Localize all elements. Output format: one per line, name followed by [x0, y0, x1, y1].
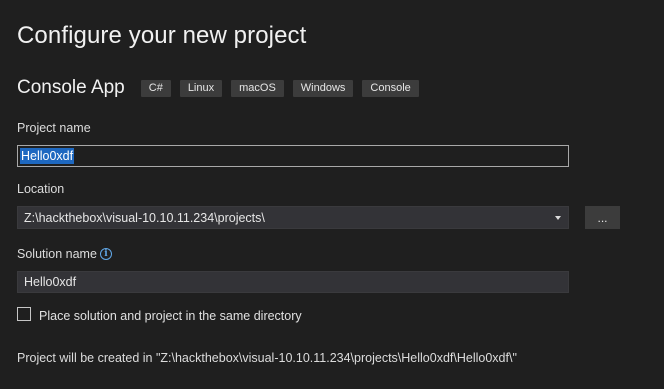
tag-macos: macOS — [231, 79, 284, 97]
tag-console: Console — [362, 79, 419, 97]
template-name: Console App — [17, 77, 125, 98]
same-directory-label[interactable]: Place solution and project in the same d… — [39, 309, 302, 323]
same-directory-checkbox[interactable] — [17, 307, 31, 321]
project-path-note: Project will be created in "Z:\hackthebo… — [17, 351, 517, 365]
solution-name-label: Solution name — [17, 247, 97, 261]
location-combobox[interactable]: Z:\hackthebox\visual-10.10.11.234\projec… — [17, 206, 569, 229]
project-name-input[interactable]: Hello0xdf — [17, 145, 569, 167]
project-name-label: Project name — [17, 121, 91, 135]
page-title: Configure your new project — [17, 22, 307, 49]
location-value: Z:\hackthebox\visual-10.10.11.234\projec… — [24, 210, 265, 225]
solution-name-value: Hello0xdf — [24, 275, 77, 289]
template-header: Console App C# Linux macOS Windows Conso… — [17, 76, 428, 100]
chevron-down-icon[interactable] — [555, 215, 561, 220]
tag-linux: Linux — [179, 79, 223, 97]
info-icon[interactable]: i — [100, 248, 112, 260]
location-label: Location — [17, 182, 65, 196]
project-name-value: Hello0xdf — [20, 148, 75, 164]
solution-name-input[interactable]: Hello0xdf — [17, 271, 569, 293]
browse-button[interactable]: ... — [585, 206, 620, 229]
tag-csharp: C# — [140, 79, 171, 97]
tag-windows: Windows — [292, 79, 354, 97]
